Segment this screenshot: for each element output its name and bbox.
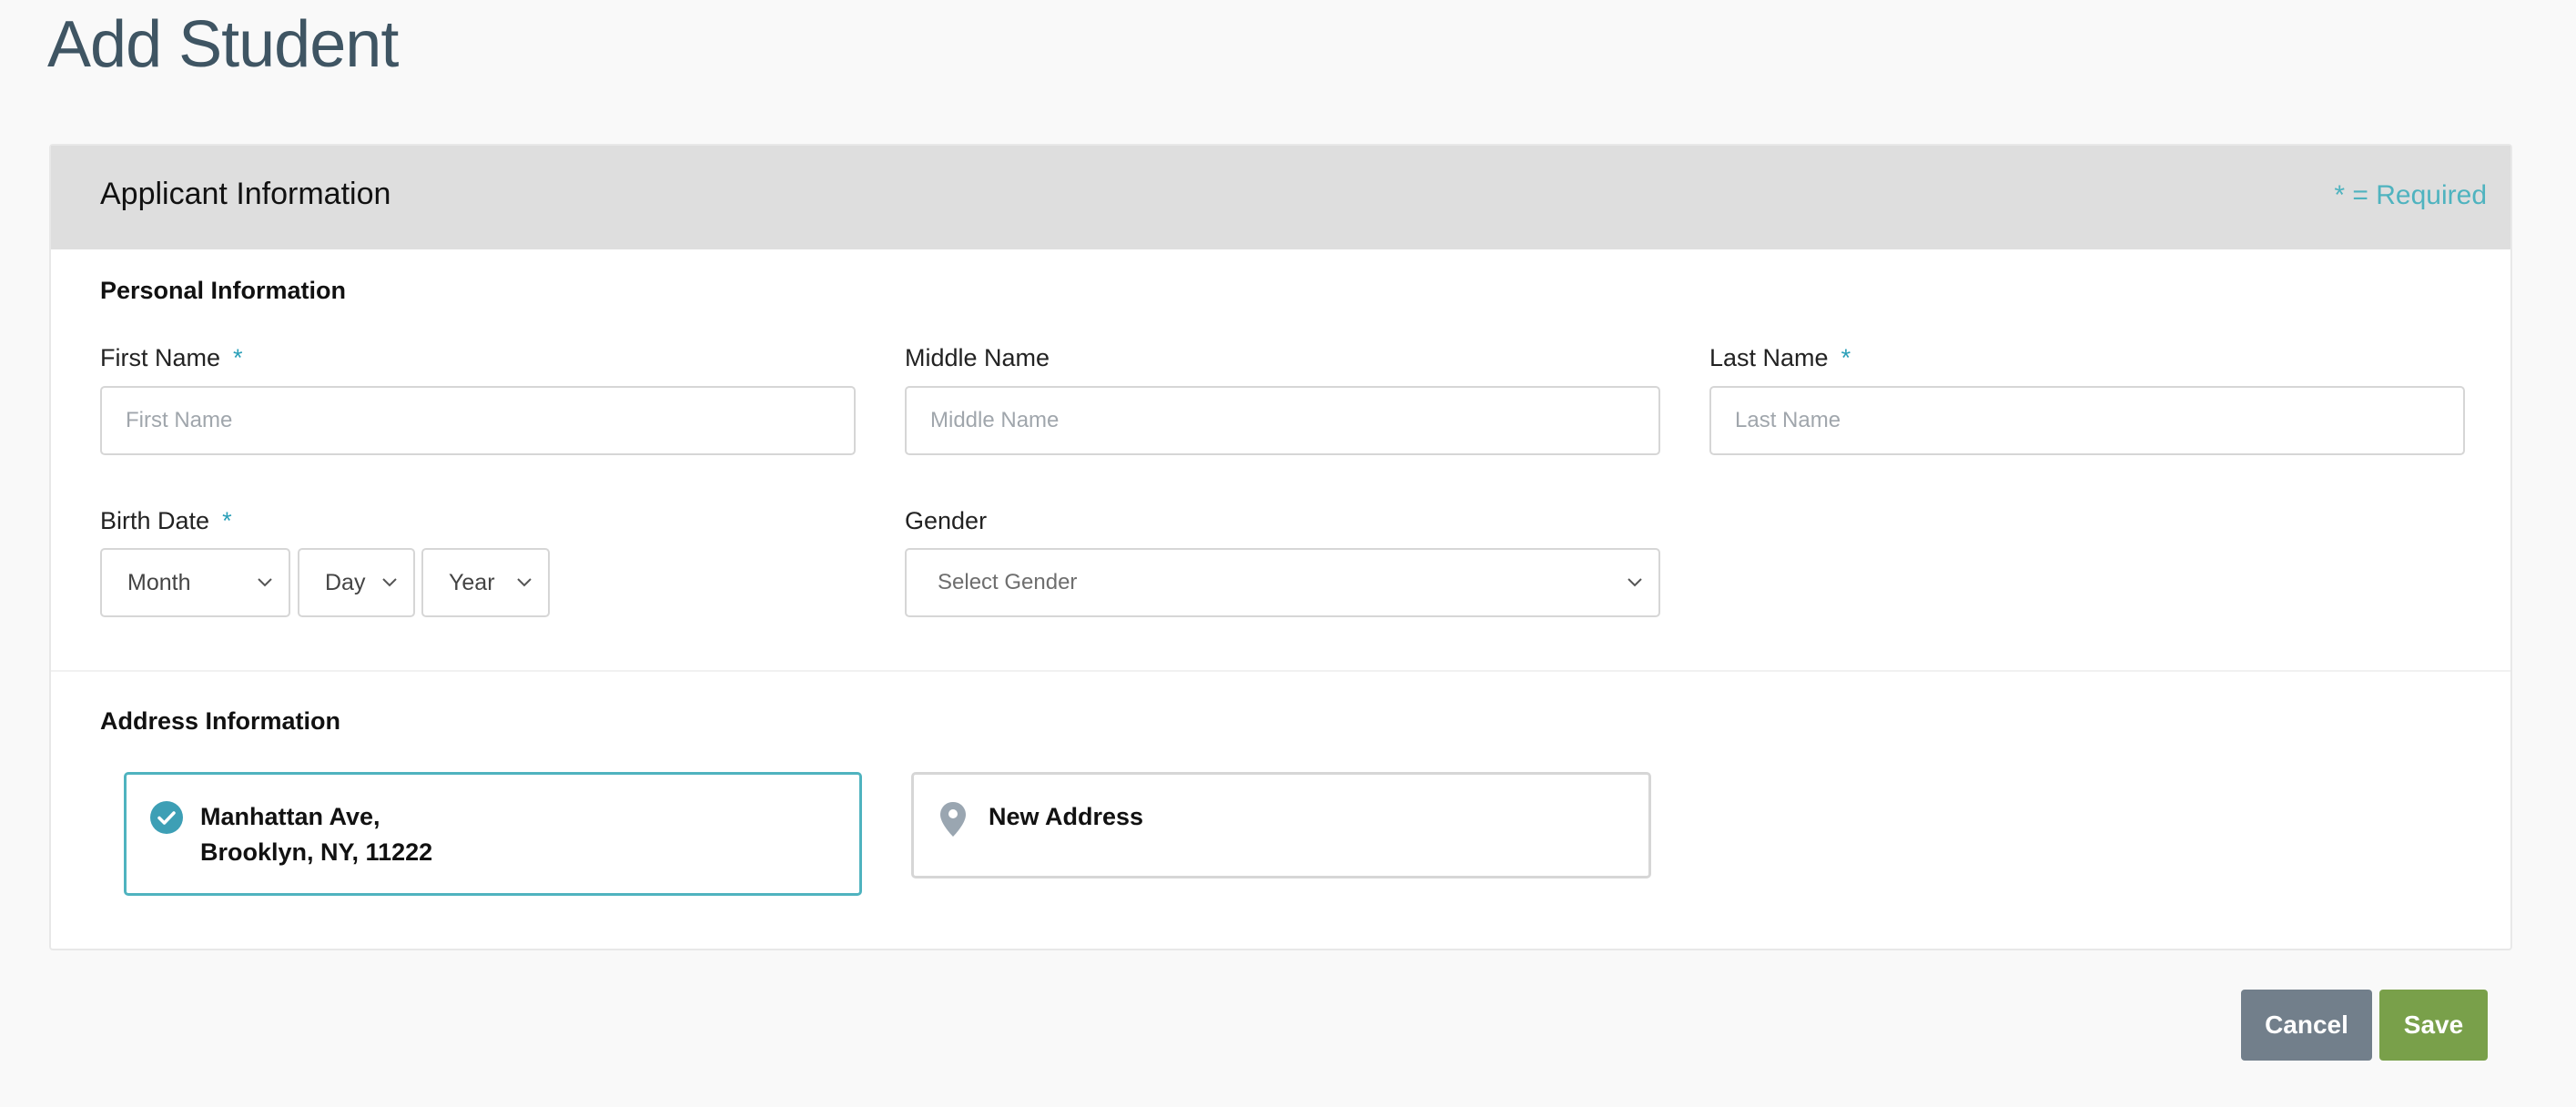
chevron-down-icon (258, 575, 272, 590)
birth-year-select[interactable]: Year (421, 548, 550, 617)
last-name-input[interactable] (1709, 386, 2465, 455)
card-title: Applicant Information (100, 177, 391, 211)
section-divider (51, 670, 2510, 672)
birth-year-value: Year (449, 569, 495, 595)
card-header: Applicant Information * = Required (51, 146, 2510, 249)
gender-label: Gender (905, 507, 988, 534)
saved-address-card[interactable]: Manhattan Ave, Brooklyn, NY, 11222 (124, 772, 862, 896)
last-name-label: Last Name * (1709, 344, 1851, 372)
required-star: * (1841, 344, 1851, 371)
chevron-down-icon (1628, 575, 1642, 590)
middle-name-input[interactable] (905, 386, 1660, 455)
chevron-down-icon (517, 575, 532, 590)
birth-day-select[interactable]: Day (298, 548, 415, 617)
first-name-label: First Name * (100, 344, 243, 372)
address-line-1: Manhattan Ave, (200, 803, 380, 830)
birth-day-value: Day (325, 569, 366, 595)
birth-month-select[interactable]: Month (100, 548, 290, 617)
address-info-heading: Address Information (100, 707, 341, 735)
first-name-input[interactable] (100, 386, 856, 455)
chevron-down-icon (382, 575, 397, 590)
map-pin-icon (939, 801, 967, 838)
check-circle-icon (150, 801, 183, 834)
first-name-label-text: First Name (100, 344, 221, 371)
personal-info-heading: Personal Information (100, 277, 347, 304)
cancel-button[interactable]: Cancel (2241, 990, 2372, 1061)
save-button[interactable]: Save (2379, 990, 2488, 1061)
birth-date-label: Birth Date * (100, 507, 232, 535)
address-line-2: Brooklyn, NY, 11222 (200, 838, 433, 866)
gender-select[interactable]: Select Gender (905, 548, 1660, 617)
gender-value: Select Gender (938, 570, 1078, 594)
new-address-card[interactable]: New Address (911, 772, 1651, 878)
saved-address-text: Manhattan Ave, Brooklyn, NY, 11222 (200, 799, 432, 870)
applicant-card: Applicant Information * = Required Perso… (49, 144, 2512, 950)
birth-date-label-text: Birth Date (100, 507, 210, 534)
new-address-label: New Address (989, 803, 1144, 830)
required-star: * (222, 507, 232, 534)
birth-month-value: Month (127, 569, 191, 595)
page-title: Add Student (47, 8, 399, 81)
last-name-label-text: Last Name (1709, 344, 1829, 371)
required-note: * = Required (2334, 180, 2487, 210)
required-star: * (233, 344, 243, 371)
middle-name-label: Middle Name (905, 344, 1050, 371)
